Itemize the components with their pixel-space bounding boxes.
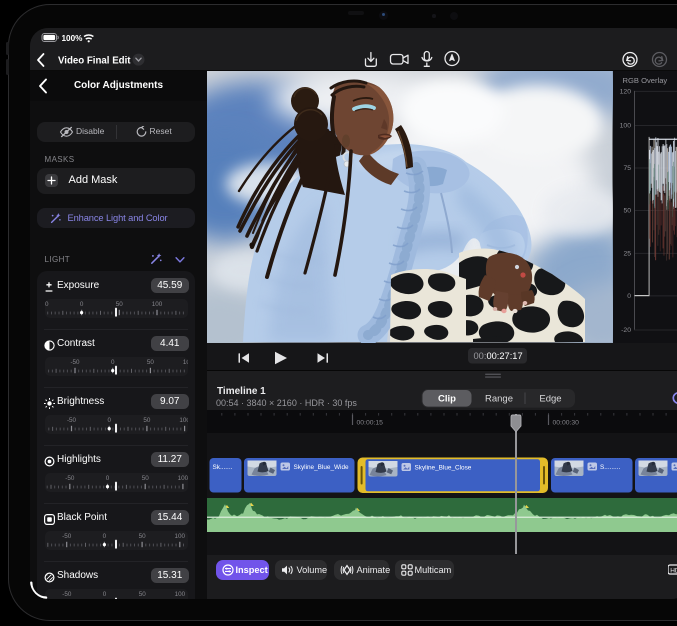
svg-text:0: 0 bbox=[103, 591, 107, 598]
svg-text:50: 50 bbox=[116, 301, 124, 308]
svg-text:00:00:15: 00:00:15 bbox=[357, 420, 384, 427]
svg-text:100%: 100% bbox=[62, 34, 84, 43]
svg-text:0: 0 bbox=[80, 301, 84, 308]
svg-text:00:00:27:17: 00:00:27:17 bbox=[474, 351, 523, 361]
svg-text:Skyline_Blue_Close: Skyline_Blue_Close bbox=[415, 465, 472, 472]
svg-text:120: 120 bbox=[619, 88, 631, 95]
svg-text:Sk.......: Sk....... bbox=[213, 464, 233, 471]
svg-text:RGB Overlay: RGB Overlay bbox=[622, 76, 667, 85]
svg-text:-50: -50 bbox=[65, 475, 75, 482]
svg-text:0: 0 bbox=[106, 475, 110, 482]
svg-text:50: 50 bbox=[147, 359, 155, 366]
svg-text:-50: -50 bbox=[62, 591, 72, 598]
svg-text:50: 50 bbox=[143, 417, 151, 424]
svg-text:Range: Range bbox=[485, 394, 513, 405]
svg-text:50: 50 bbox=[623, 208, 631, 215]
svg-text:100: 100 bbox=[175, 533, 186, 540]
svg-text:100: 100 bbox=[175, 591, 186, 598]
svg-text:50: 50 bbox=[142, 475, 150, 482]
svg-text:Edge: Edge bbox=[539, 394, 561, 405]
svg-text:50: 50 bbox=[139, 591, 147, 598]
svg-text:0: 0 bbox=[111, 359, 115, 366]
svg-text:S.........: S......... bbox=[600, 464, 620, 471]
svg-text:Clip: Clip bbox=[438, 394, 456, 405]
svg-text:0: 0 bbox=[627, 293, 631, 300]
svg-text:-50: -50 bbox=[62, 533, 72, 540]
svg-text:50: 50 bbox=[139, 533, 147, 540]
svg-text:100: 100 bbox=[178, 475, 188, 482]
svg-text:Timeline 1: Timeline 1 bbox=[217, 386, 266, 397]
svg-text:0: 0 bbox=[107, 417, 111, 424]
svg-text:-50: -50 bbox=[70, 359, 80, 366]
svg-text:HD: HD bbox=[670, 568, 677, 575]
svg-text:-20: -20 bbox=[621, 327, 631, 334]
svg-text:Skyline_Blue_Wide: Skyline_Blue_Wide bbox=[294, 464, 350, 471]
svg-text:0: 0 bbox=[103, 533, 107, 540]
svg-text:00:00:30: 00:00:30 bbox=[553, 420, 580, 427]
svg-text:100: 100 bbox=[183, 359, 188, 366]
svg-text:00:54 · 3840 × 2160 · HDR · 30: 00:54 · 3840 × 2160 · HDR · 30 fps bbox=[216, 398, 357, 408]
svg-text:-50: -50 bbox=[45, 301, 49, 308]
svg-text:100: 100 bbox=[152, 301, 163, 308]
svg-text:25: 25 bbox=[623, 250, 631, 257]
svg-text:100: 100 bbox=[619, 122, 631, 129]
svg-text:100: 100 bbox=[179, 417, 187, 424]
svg-text:75: 75 bbox=[623, 165, 631, 172]
svg-text:Video Final Edit: Video Final Edit bbox=[58, 55, 131, 66]
svg-text:-50: -50 bbox=[67, 417, 77, 424]
